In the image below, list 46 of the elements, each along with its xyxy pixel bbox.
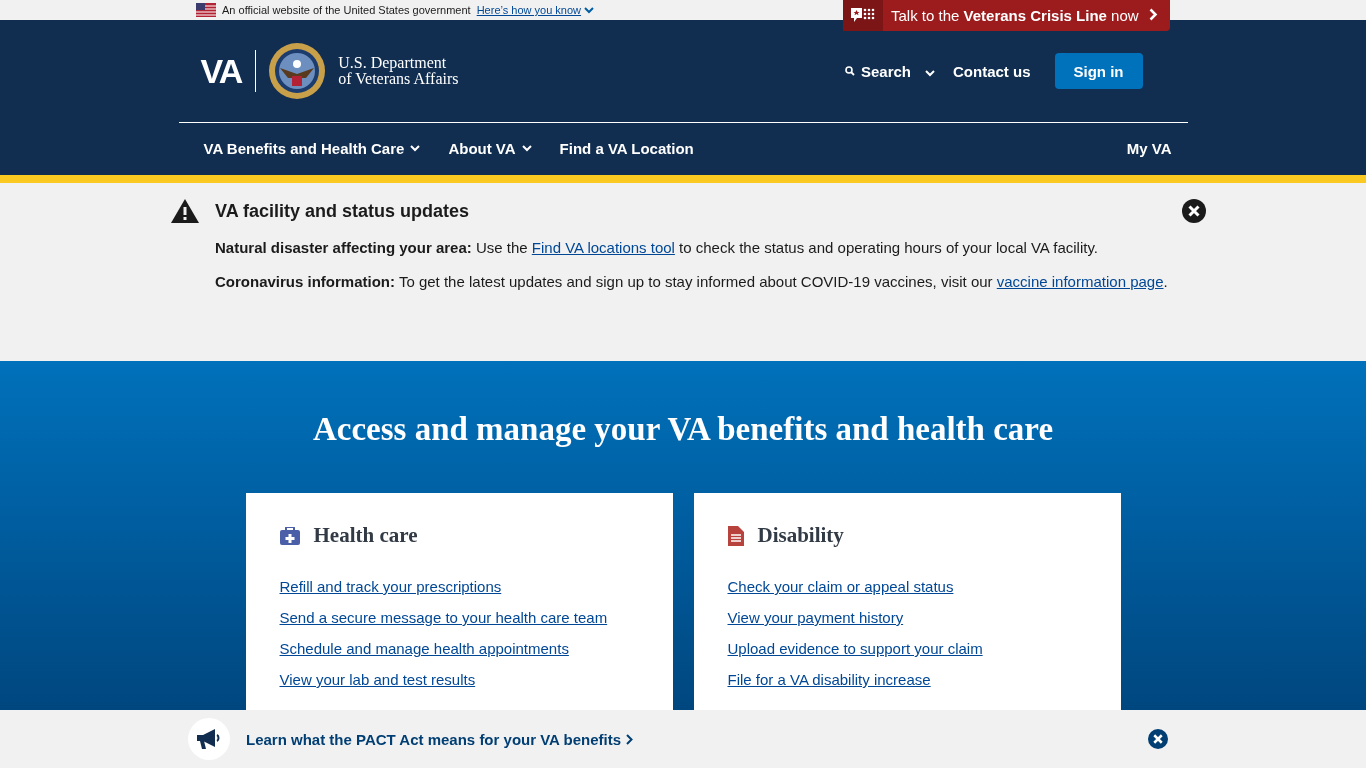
caret-icon (925, 69, 935, 77)
nav-menu-item[interactable]: About VA (448, 140, 532, 157)
caret-icon (584, 6, 595, 14)
warning-icon (171, 199, 199, 223)
seal-icon (268, 42, 327, 100)
card-link[interactable]: Upload evidence to support your claim (727, 640, 983, 657)
chevron-right-icon (1149, 8, 1158, 21)
hero-heading: Access and manage your VA benefits and health care (311, 411, 1055, 448)
card-title: Health care (313, 523, 418, 548)
caret-icon (521, 145, 532, 152)
card-link[interactable]: Check your claim or appeal status (727, 578, 954, 595)
megaphone-icon (196, 728, 222, 750)
crisis-line-button[interactable]: Talk to the Veterans Crisis Line now (843, 0, 1170, 31)
alert-link[interactable]: vaccine information page (996, 273, 1164, 290)
search-icon (844, 66, 855, 76)
card-link[interactable]: Send a secure message to your health care team (279, 609, 608, 626)
official-website-text: An official website of the United States government (222, 4, 471, 16)
card-link[interactable]: Schedule and manage health appointments (279, 640, 569, 657)
document-icon (727, 525, 744, 546)
close-button[interactable] (1182, 199, 1206, 226)
medical-kit-icon (279, 526, 300, 545)
my-va-link[interactable]: My VA (1126, 140, 1172, 157)
nav-menu-item[interactable]: VA Benefits and Health Care (203, 140, 421, 157)
card-title: Disability (757, 523, 844, 548)
card-link[interactable]: View your lab and test results (279, 671, 476, 688)
search-button[interactable]: Search (844, 62, 935, 80)
card-link[interactable]: Refill and track your prescriptions (279, 578, 502, 595)
department-name: U.S. Department of Veterans Affairs (338, 55, 459, 87)
close-icon (1182, 199, 1206, 223)
close-button[interactable] (1148, 729, 1168, 752)
alert-paragraph: Natural disaster affecting your area: Use the Find VA locations tool to check the status and operating hours of your local VA facility. (215, 238, 1099, 258)
contact-us-link[interactable]: Contact us (953, 62, 1031, 80)
va-logo[interactable]: VA (200, 50, 257, 92)
chevron-right-icon (626, 733, 634, 745)
card-link[interactable]: File for a VA disability increase (727, 671, 931, 688)
caret-icon (410, 145, 421, 152)
pact-act-link[interactable]: Learn what the PACT Act means for your VA benefits (246, 730, 634, 748)
flag-icon (196, 3, 216, 17)
nav-menu-item[interactable]: Find a VA Location (559, 140, 694, 157)
how-you-know-link[interactable]: Here’s how you know (476, 4, 595, 16)
card-link[interactable]: View your payment history (727, 609, 904, 626)
alert-paragraph: Coronavirus information: To get the latest updates and sign up to stay informed about COVID-19 vaccines, visit our vaccine information page. (215, 272, 1169, 292)
alert-title: VA facility and status updates (215, 201, 471, 222)
close-icon (1148, 729, 1168, 749)
sign-in-button[interactable]: Sign in (1054, 53, 1143, 89)
alert-link[interactable]: Find VA locations tool (531, 239, 675, 256)
